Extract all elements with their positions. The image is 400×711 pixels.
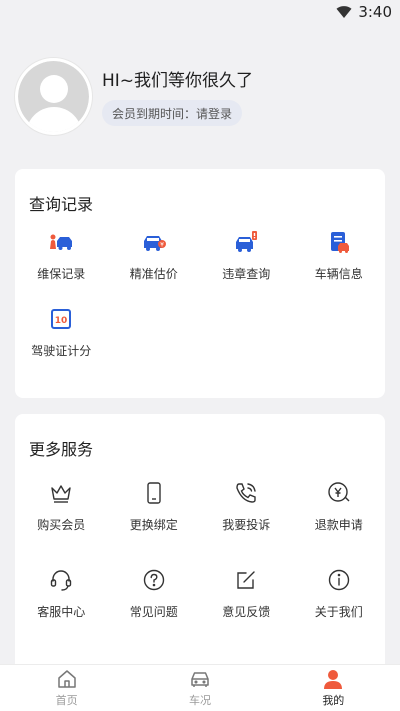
headset-icon [48, 567, 74, 593]
car-icon [191, 672, 209, 687]
more-services-card: 更多服务 购买会员 更换绑定 我要投诉 退款申请 客服中心 常见问题 意见反馈 … [15, 414, 385, 674]
avatar[interactable] [15, 58, 92, 135]
item-label: 退款申请 [314, 518, 363, 532]
vehicle-info-icon [326, 229, 352, 255]
item-label: 购买会员 [37, 518, 86, 532]
tab-car-status-label: 车况 [188, 694, 211, 707]
svg-text:10: 10 [55, 316, 68, 326]
item-label: 车辆信息 [314, 267, 363, 281]
membership-expiry-badge[interactable]: 会员到期时间：请登录 [102, 100, 243, 126]
default-avatar-icon [18, 61, 89, 132]
valuation-icon: ¥ [141, 229, 167, 255]
item-label: 驾驶证计分 [31, 344, 92, 358]
more-services-title: 更多服务 [29, 440, 94, 459]
tab-mine-label: 我的 [322, 694, 345, 707]
status-time: 3:40 [358, 3, 392, 21]
feedback-icon [233, 567, 259, 593]
crown-icon [48, 480, 74, 506]
tab-mine[interactable]: 我的 [267, 665, 400, 711]
feedback-button[interactable]: 意见反馈 [200, 567, 293, 620]
item-label: 更换绑定 [129, 518, 178, 532]
tab-car-status[interactable]: 车况 [133, 665, 266, 711]
status-bar: 3:40 [0, 0, 400, 24]
item-label: 我要投诉 [222, 518, 271, 532]
refund-request-button[interactable]: 退款申请 [293, 480, 386, 533]
buy-membership-button[interactable]: 购买会员 [15, 480, 108, 533]
vehicle-info-button[interactable]: 车辆信息 [293, 229, 386, 282]
about-us-button[interactable]: 关于我们 [293, 567, 386, 620]
complaint-button[interactable]: 我要投诉 [200, 480, 293, 533]
item-label: 意见反馈 [222, 605, 271, 619]
violation-query-button[interactable]: 违章查询 [200, 229, 293, 282]
svg-text:¥: ¥ [160, 242, 164, 249]
item-label: 常见问题 [129, 605, 178, 619]
query-records-card: 查询记录 维保记录 ¥ 精准估价 违章查询 车辆信息 10 驾驶证计分 [15, 169, 385, 398]
call-icon [233, 480, 259, 506]
customer-service-button[interactable]: 客服中心 [15, 567, 108, 620]
phone-icon [141, 480, 167, 506]
home-icon [57, 670, 76, 688]
item-label: 客服中心 [37, 605, 86, 619]
info-icon [326, 567, 352, 593]
item-label: 违章查询 [222, 267, 271, 281]
license-points-icon: 10 [48, 306, 74, 332]
faq-button[interactable]: 常见问题 [108, 567, 201, 620]
maintenance-record-button[interactable]: 维保记录 [15, 229, 108, 282]
violation-icon [233, 229, 259, 255]
item-label: 精准估价 [129, 267, 178, 281]
bottom-nav: 首页 车况 我的 [0, 664, 400, 711]
profile-header: HI~我们等你很久了 会员到期时间：请登录 [15, 58, 385, 138]
tab-home[interactable]: 首页 [0, 665, 133, 711]
greeting-text: HI~我们等你很久了 [102, 71, 254, 91]
license-points-button[interactable]: 10 驾驶证计分 [15, 306, 108, 359]
change-binding-button[interactable]: 更换绑定 [108, 480, 201, 533]
more-services-grid: 购买会员 更换绑定 我要投诉 退款申请 客服中心 常见问题 意见反馈 关于我们 [15, 480, 385, 620]
maintenance-icon [48, 229, 74, 255]
tab-home-label: 首页 [55, 694, 78, 707]
item-label: 关于我们 [314, 605, 363, 619]
wifi-icon [336, 6, 352, 18]
question-icon [141, 567, 167, 593]
refund-icon [326, 480, 352, 506]
query-records-title: 查询记录 [29, 195, 94, 214]
user-icon [324, 670, 343, 689]
precise-valuation-button[interactable]: ¥ 精准估价 [108, 229, 201, 282]
item-label: 维保记录 [37, 267, 86, 281]
query-records-grid: 维保记录 ¥ 精准估价 违章查询 车辆信息 10 驾驶证计分 [15, 229, 385, 359]
